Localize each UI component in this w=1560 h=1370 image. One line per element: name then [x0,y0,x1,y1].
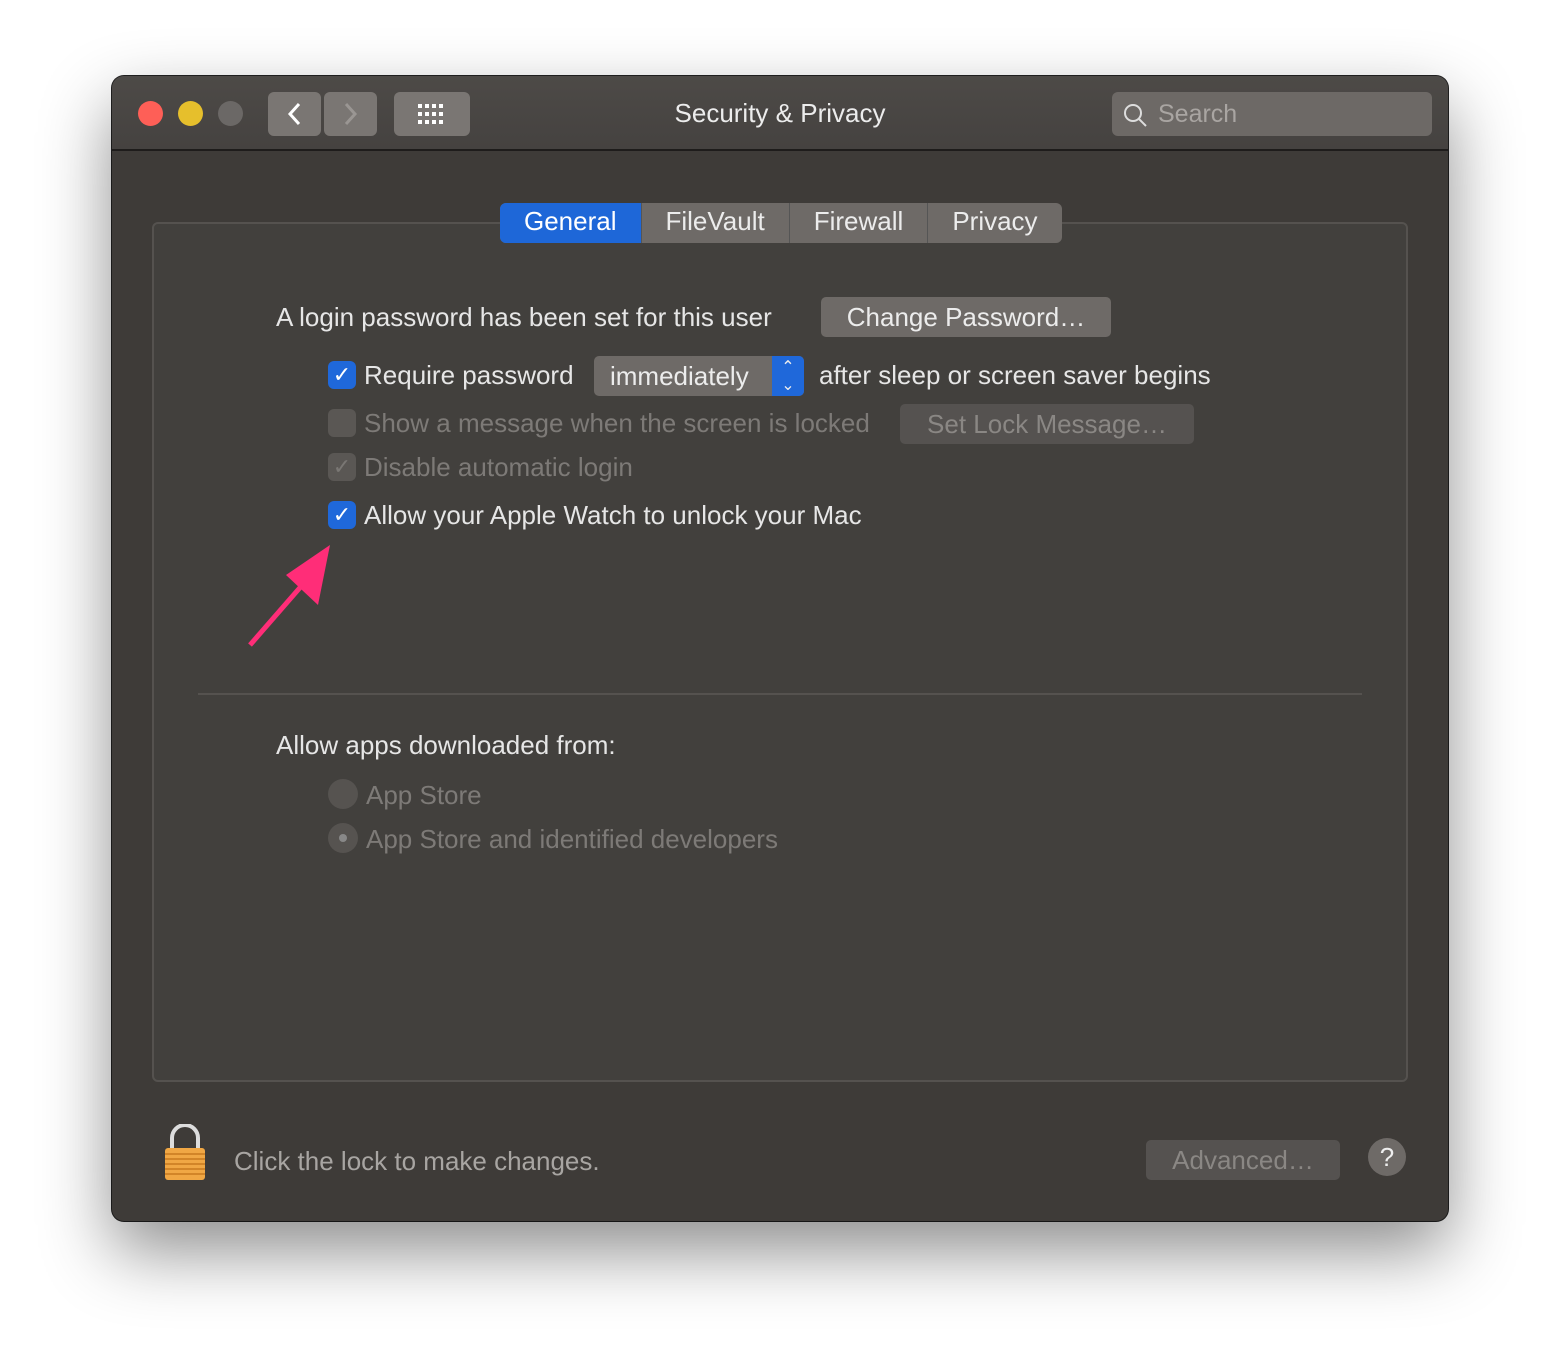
tab-general[interactable]: General [500,203,641,243]
preferences-window: Security & Privacy Search General FileVa… [112,76,1448,1221]
lock-icon[interactable] [162,1124,208,1182]
set-lock-message-button[interactable]: Set Lock Message… [900,404,1194,444]
require-password-label: Require password [364,360,574,390]
apple-watch-checkbox[interactable]: ✓ [328,501,356,529]
app-store-radio[interactable] [328,779,358,809]
require-password-select[interactable]: immediately ⌃ ⌄ [594,356,804,396]
tab-firewall[interactable]: Firewall [788,203,928,243]
require-password-value: immediately [610,361,749,391]
apple-watch-label: Allow your Apple Watch to unlock your Ma… [364,500,862,530]
checkmark-icon: ✓ [332,502,352,527]
divider [198,693,1362,695]
checkmark-icon: ✓ [332,362,352,387]
search-input[interactable]: Search [1112,92,1432,136]
change-password-button[interactable]: Change Password… [821,297,1111,337]
tab-filevault[interactable]: FileVault [640,203,789,243]
tab-privacy[interactable]: Privacy [927,203,1061,243]
show-message-label: Show a message when the screen is locked [364,408,870,438]
app-store-label: App Store [366,780,482,810]
tab-content-panel [152,222,1408,1082]
search-icon [1124,104,1147,127]
help-button[interactable]: ? [1368,1138,1406,1176]
title-bar: Security & Privacy Search [112,76,1448,151]
allow-apps-label: Allow apps downloaded from: [276,730,616,760]
require-password-checkbox[interactable]: ✓ [328,361,356,389]
identified-developers-label: App Store and identified developers [366,824,778,854]
stepper-chevrons-icon: ⌃ ⌄ [772,356,804,396]
show-message-checkbox[interactable] [328,409,356,437]
identified-developers-radio[interactable] [328,823,358,853]
lock-text: Click the lock to make changes. [234,1146,600,1176]
tab-bar: General FileVault Firewall Privacy [500,203,1062,243]
search-placeholder: Search [1158,100,1238,128]
login-password-text: A login password has been set for this u… [276,302,772,332]
disable-login-checkbox[interactable]: ✓ [328,453,356,481]
radio-dot [339,834,347,842]
require-password-suffix: after sleep or screen saver begins [819,360,1211,390]
disable-login-label: Disable automatic login [364,452,633,482]
annotation-arrow-icon [248,545,330,647]
advanced-button[interactable]: Advanced… [1146,1140,1340,1180]
checkmark-icon: ✓ [332,454,352,479]
